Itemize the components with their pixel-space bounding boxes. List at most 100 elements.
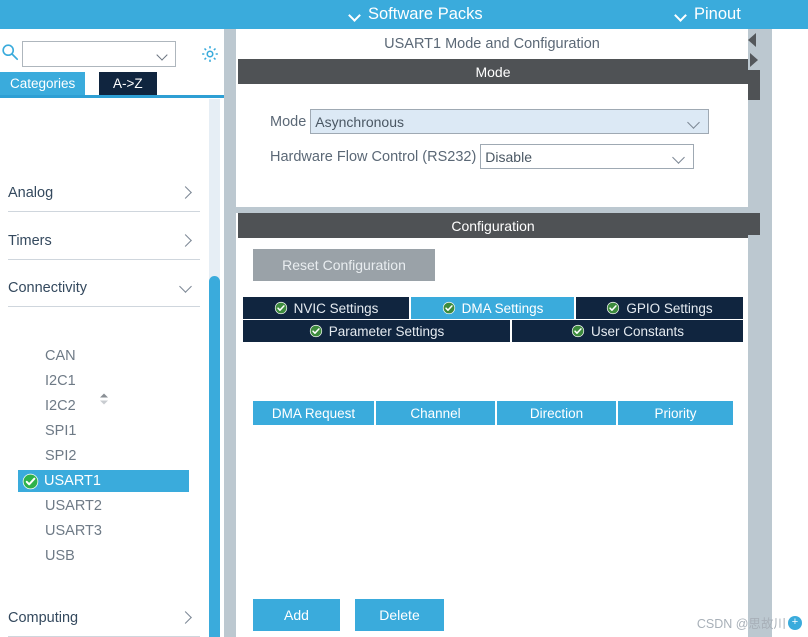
right-gutter [772, 29, 808, 637]
add-button[interactable]: Add [253, 599, 340, 631]
chevron-down-icon [675, 11, 686, 18]
column-header-dma-request[interactable]: DMA Request [253, 401, 374, 425]
sidebar-item-analog[interactable]: Analog [8, 174, 200, 212]
tab-gpio-settings[interactable]: GPIO Settings [576, 297, 743, 319]
sidebar-item-timers[interactable]: Timers [8, 222, 200, 260]
column-header-priority-label: Priority [654, 405, 697, 421]
delete-button[interactable]: Delete [355, 599, 444, 631]
chevron-right-icon [179, 186, 192, 199]
tab-categories-label: Categories [10, 76, 76, 91]
peripheral-sidebar: Categories A->Z Analog Timers Connectivi… [0, 29, 224, 637]
expand-right-arrow-icon[interactable] [750, 53, 758, 67]
sidebar-item-spi1-label: SPI1 [45, 423, 77, 439]
chevron-down-icon [674, 153, 685, 161]
tab-a-to-z[interactable]: A->Z [99, 72, 157, 95]
gear-icon[interactable] [200, 44, 220, 64]
check-circle-icon [274, 301, 287, 315]
chevron-down-icon [179, 281, 192, 294]
tab-parameter-settings-label: Parameter Settings [328, 323, 445, 339]
chevron-down-icon [689, 118, 700, 126]
top-menu-bar: Software Packs Pinout [0, 0, 808, 29]
search-combobox[interactable] [22, 41, 176, 67]
sidebar-item-spi1[interactable]: SPI1 [18, 420, 189, 442]
search-input[interactable] [27, 45, 155, 64]
sidebar-tabs: Categories A->Z [0, 72, 224, 95]
chevron-down-icon[interactable] [158, 51, 168, 58]
mode-section-header-label: Mode [475, 63, 511, 80]
search-icon [2, 44, 19, 61]
dma-request-table-body [253, 425, 733, 605]
main-scrollbar-thumb-top[interactable] [748, 70, 760, 100]
menu-pinout[interactable]: Pinout [675, 0, 741, 29]
sidebar-item-usart2[interactable]: USART2 [18, 495, 189, 517]
hw-flow-control-field-row: Hardware Flow Control (RS232) Disable [270, 144, 695, 169]
sidebar-item-timers-label: Timers [8, 232, 52, 249]
delete-button-label: Delete [379, 607, 420, 623]
add-button-label: Add [284, 607, 309, 623]
sidebar-item-i2c2-label: I2C2 [45, 398, 76, 414]
sidebar-item-computing[interactable]: Computing [8, 599, 200, 637]
configuration-section: Configuration Reset Configuration NVIC S… [236, 213, 748, 637]
cubemx-window: Software Packs Pinout Categories A->Z An… [0, 0, 808, 637]
menu-software-packs[interactable]: Software Packs [349, 0, 483, 29]
sidebar-item-usart3[interactable]: USART3 [18, 520, 189, 542]
mode-select[interactable]: Asynchronous [310, 109, 710, 134]
sidebar-item-spi2[interactable]: SPI2 [18, 445, 189, 467]
configuration-section-header: Configuration [238, 213, 748, 238]
column-header-channel-label: Channel [410, 405, 461, 421]
tab-nvic-settings-label: NVIC Settings [293, 300, 379, 316]
sidebar-scroll-area: Analog Timers Connectivity CAN I2C1 I2C2… [0, 98, 224, 637]
reset-configuration-label: Reset Configuration [282, 257, 406, 273]
check-circle-icon [309, 324, 322, 338]
plus-badge-label: + [791, 616, 799, 628]
page-title: USART1 Mode and Configuration [236, 29, 748, 59]
mode-select-value: Asynchronous [315, 113, 404, 130]
tab-user-constants[interactable]: User Constants [512, 320, 743, 342]
sidebar-item-i2c2[interactable]: I2C2 [18, 395, 189, 417]
column-header-dma-request-label: DMA Request [271, 405, 356, 421]
sidebar-item-usart1[interactable]: USART1 [18, 470, 189, 492]
mode-section: Mode Mode Asynchronous Hardware Flow Con… [236, 59, 748, 207]
sidebar-item-usb[interactable]: USB [18, 545, 189, 567]
check-circle-icon [442, 301, 455, 315]
tab-categories[interactable]: Categories [0, 72, 86, 95]
chevron-down-icon [349, 11, 360, 18]
tab-dma-settings-label: DMA Settings [461, 300, 544, 316]
column-header-channel[interactable]: Channel [376, 401, 495, 425]
sidebar-item-i2c1[interactable]: I2C1 [18, 370, 189, 392]
sidebar-item-can[interactable]: CAN [18, 345, 189, 367]
menu-pinout-label: Pinout [694, 5, 741, 23]
tab-parameter-settings[interactable]: Parameter Settings [243, 320, 510, 342]
hw-flow-control-select[interactable]: Disable [480, 144, 695, 169]
collapse-left-arrow-icon[interactable] [748, 33, 756, 47]
hw-flow-control-value: Disable [485, 148, 532, 165]
sidebar-scrollbar-thumb[interactable] [209, 276, 220, 637]
panel-divider[interactable] [224, 29, 236, 637]
chevron-right-icon [179, 611, 192, 624]
configuration-panel: USART1 Mode and Configuration Mode Mode … [236, 29, 772, 637]
sidebar-item-connectivity[interactable]: Connectivity [8, 269, 200, 307]
column-header-direction[interactable]: Direction [497, 401, 616, 425]
tab-dma-settings[interactable]: DMA Settings [411, 297, 574, 319]
sidebar-item-connectivity-label: Connectivity [8, 279, 87, 296]
tab-a-to-z-label: A->Z [113, 76, 143, 91]
hw-flow-control-label: Hardware Flow Control (RS232) [270, 148, 477, 165]
menu-software-packs-label: Software Packs [368, 5, 483, 23]
sidebar-item-usb-label: USB [45, 548, 75, 564]
reset-configuration-button[interactable]: Reset Configuration [253, 249, 435, 281]
mode-section-header: Mode [238, 59, 748, 84]
main-scrollbar-thumb-bottom[interactable] [748, 213, 760, 235]
configuration-section-header-label: Configuration [451, 217, 535, 234]
column-header-direction-label: Direction [529, 405, 584, 421]
plus-badge-icon: + [788, 615, 802, 630]
sidebar-item-can-label: CAN [45, 348, 76, 364]
tab-user-constants-label: User Constants [590, 323, 685, 339]
sidebar-item-usart1-label: USART1 [44, 473, 101, 489]
sidebar-item-computing-label: Computing [8, 609, 79, 626]
chevron-right-icon [179, 234, 192, 247]
tab-nvic-settings[interactable]: NVIC Settings [243, 297, 409, 319]
main-scrollbar-track[interactable] [760, 29, 772, 637]
sidebar-search-row [0, 35, 224, 67]
column-header-priority[interactable]: Priority [618, 401, 733, 425]
sidebar-item-i2c1-label: I2C1 [45, 373, 76, 389]
